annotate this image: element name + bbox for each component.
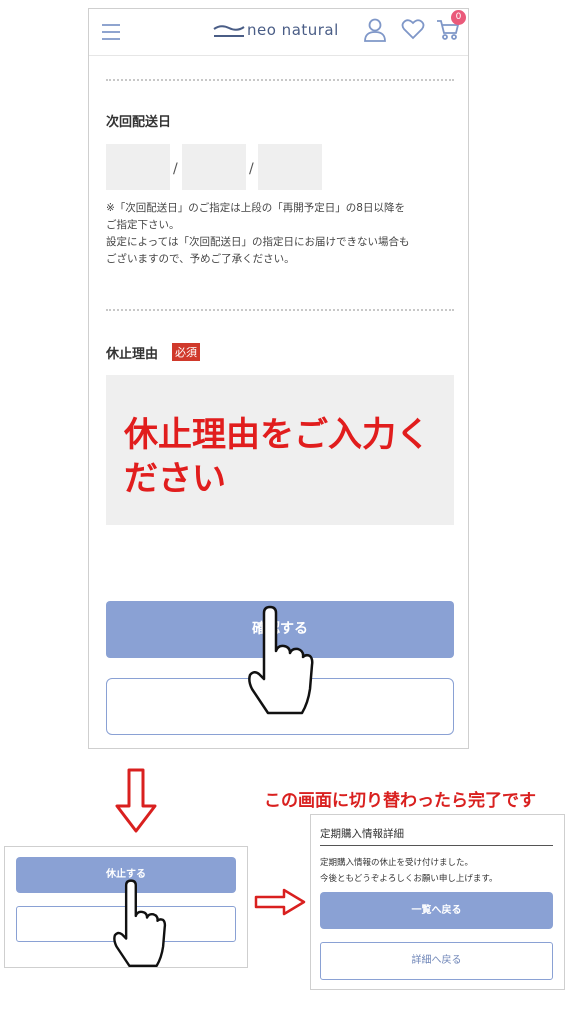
completion-message: 定期購入情報の休止を受け付けました。 今後ともどうぞよろしくお願い申し上げます。 <box>320 855 497 887</box>
menu-icon[interactable] <box>101 23 121 41</box>
user-icon[interactable] <box>364 18 386 42</box>
completion-caption: この画面に切り替わったら完了です <box>264 791 536 811</box>
note-line: ご指定下さい。 <box>106 219 180 231</box>
arrow-right-icon <box>254 888 306 916</box>
phone-screen: neo natural 0 次回配送日 / / ※「次回配送日」のご指定は上段の… <box>88 8 469 749</box>
hand-pointer-icon <box>248 605 314 715</box>
note-line: 設定によっては「次回配送日」の指定日にお届けできない場合も <box>106 236 410 248</box>
arrow-down-icon <box>115 768 157 833</box>
note-line: ※「次回配送日」のご指定は上段の「再開予定日」の8日以降を <box>106 202 405 214</box>
pause-step-panel: 休止する <box>4 846 248 968</box>
delivery-note: ※「次回配送日」のご指定は上段の「再開予定日」の8日以降を ご指定下さい。 設定… <box>106 200 456 268</box>
message-line: 今後ともどうぞよろしくお願い申し上げます。 <box>320 874 498 884</box>
heart-icon[interactable] <box>401 18 425 40</box>
reason-placeholder: 休止理由をご入力ください <box>124 415 430 499</box>
back-to-detail-button[interactable]: 詳細へ戻る <box>320 942 553 980</box>
delivery-year-input[interactable] <box>106 144 170 190</box>
site-header: neo natural 0 <box>89 9 468 56</box>
divider <box>106 309 454 311</box>
title-underline <box>320 845 553 846</box>
next-delivery-label: 次回配送日 <box>106 115 172 130</box>
required-badge: 必須 <box>172 343 200 361</box>
message-line: 定期購入情報の休止を受け付けました。 <box>320 858 474 868</box>
divider <box>106 79 454 81</box>
delivery-day-input[interactable] <box>258 144 322 190</box>
logo-wave-icon <box>213 25 245 37</box>
date-separator: / <box>249 161 254 177</box>
hand-pointer-icon <box>113 879 167 967</box>
cart-count-badge: 0 <box>451 10 466 25</box>
completion-panel: 定期購入情報詳細 定期購入情報の休止を受け付けました。 今後ともどうぞよろしくお… <box>310 814 565 990</box>
date-separator: / <box>173 161 178 177</box>
note-line: ございますので、予めご了承ください。 <box>106 253 295 265</box>
pause-reason-textarea[interactable]: 休止理由をご入力ください <box>106 375 454 525</box>
pause-reason-label: 休止理由 <box>106 347 159 362</box>
brand-logo[interactable]: neo natural <box>247 21 339 39</box>
delivery-month-input[interactable] <box>182 144 246 190</box>
back-to-list-button[interactable]: 一覧へ戻る <box>320 892 553 929</box>
panel-title: 定期購入情報詳細 <box>320 828 404 840</box>
